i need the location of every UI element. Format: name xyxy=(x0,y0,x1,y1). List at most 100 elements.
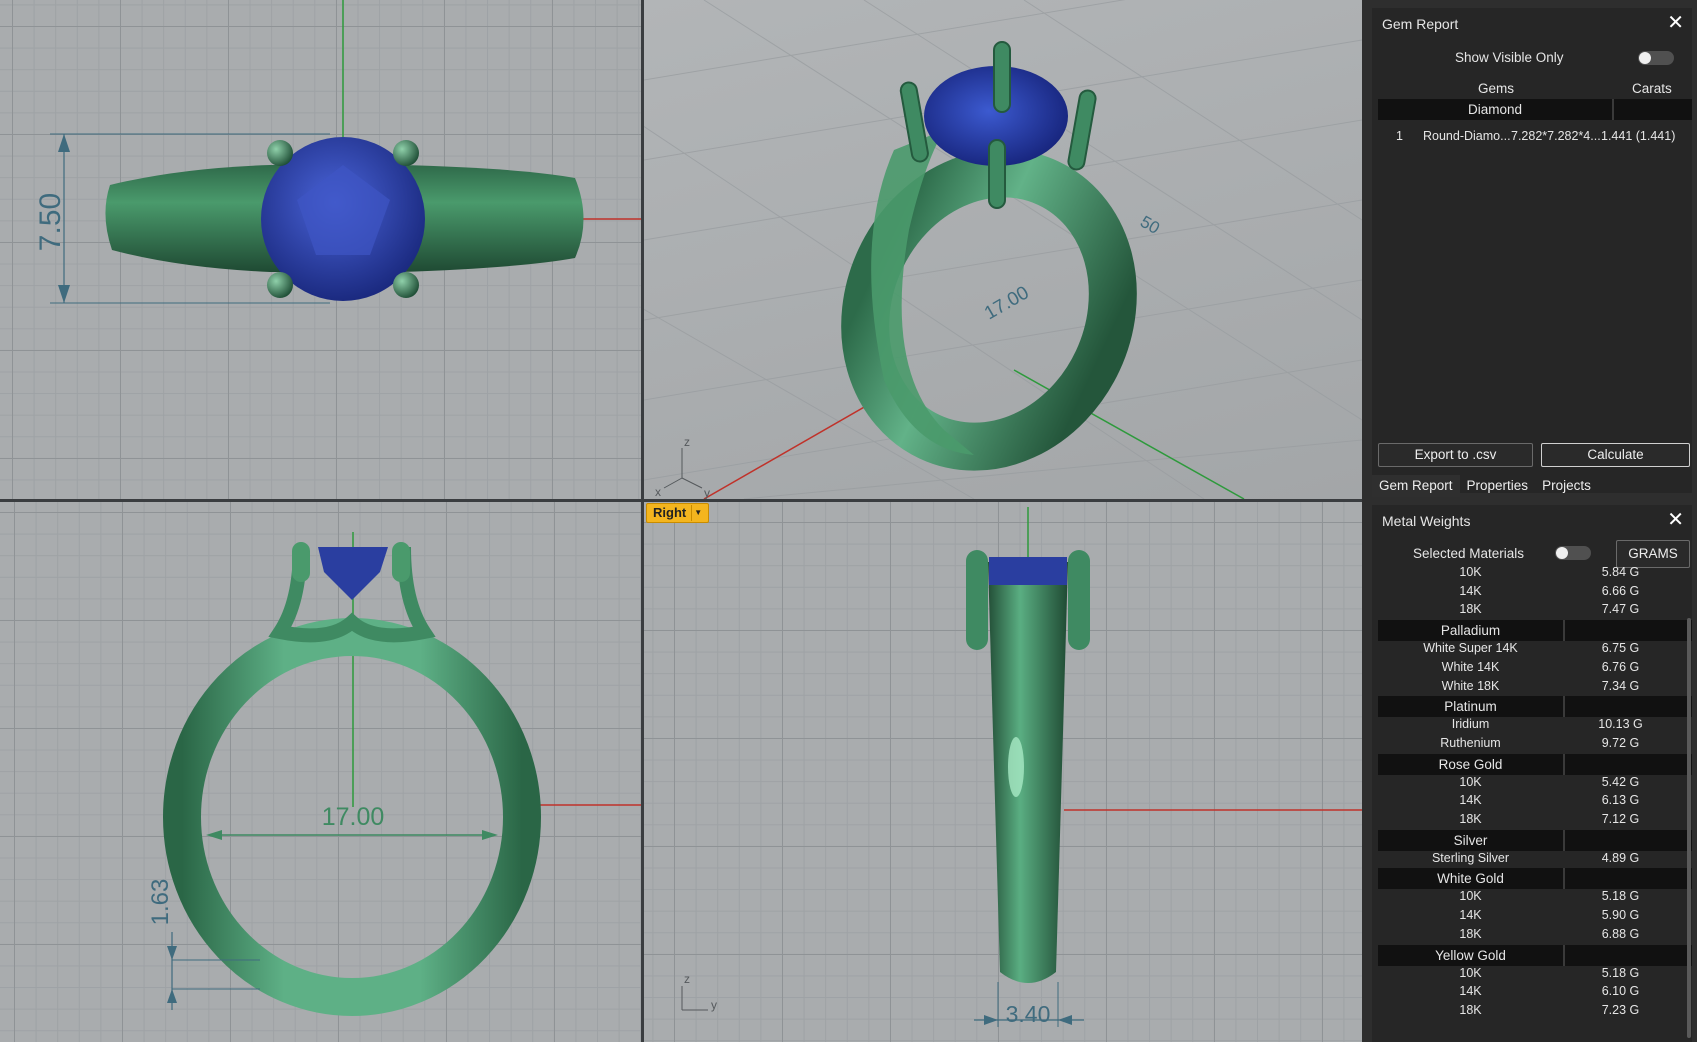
material-group-label: Yellow Gold xyxy=(1378,944,1565,966)
list-item[interactable]: 10K 5.18 G xyxy=(1378,887,1678,906)
gem xyxy=(318,547,388,600)
axis-gizmo xyxy=(681,986,708,1011)
material-weight: 9.72 G xyxy=(1601,735,1640,750)
gem-category-row[interactable]: Diamond xyxy=(1378,99,1692,120)
material-name: Ruthenium xyxy=(1440,735,1501,750)
export-csv-button[interactable]: Export to .csv xyxy=(1378,443,1533,467)
ring-band xyxy=(988,562,1068,983)
list-item[interactable]: 18K 7.12 G xyxy=(1378,810,1678,829)
gem-size: 7.282*7.282*4... xyxy=(1511,129,1601,143)
material-group-label: Palladium xyxy=(1378,620,1565,642)
close-icon[interactable]: ✕ xyxy=(1667,509,1684,531)
material-weight: 5.18 G xyxy=(1601,889,1640,904)
list-item[interactable]: 18K 7.23 G xyxy=(1378,1001,1678,1020)
material-name: 10K xyxy=(1459,889,1482,904)
list-item[interactable]: White 14K 6.76 G xyxy=(1378,658,1678,677)
top-view-canvas: 7.50 xyxy=(34,0,641,304)
prong xyxy=(392,542,410,582)
prong xyxy=(292,542,310,582)
material-name: 14K xyxy=(1459,908,1482,923)
list-item[interactable]: 14K 6.66 G xyxy=(1378,582,1678,601)
tab-properties[interactable]: Properties xyxy=(1460,475,1536,497)
dimension-label: 17.00 xyxy=(322,803,385,831)
list-item[interactable]: 10K 5.18 G xyxy=(1378,964,1678,983)
material-name: White 14K xyxy=(1441,659,1500,674)
material-group-row[interactable]: Palladium xyxy=(1378,620,1692,642)
material-group-row[interactable]: Silver xyxy=(1378,829,1692,851)
material-weight: 6.88 G xyxy=(1601,926,1640,941)
svg-text:z: z xyxy=(684,435,690,449)
list-item[interactable]: White 18K 7.34 G xyxy=(1378,677,1678,696)
list-item[interactable]: 14K 6.10 G xyxy=(1378,982,1678,1001)
prong xyxy=(393,140,419,166)
viewport-splitter-horizontal[interactable] xyxy=(0,499,1362,502)
material-name: 14K xyxy=(1459,984,1482,999)
viewport-splitter-vertical[interactable] xyxy=(641,0,644,1042)
chevron-down-icon[interactable]: ▼ xyxy=(691,505,704,521)
front-view-canvas: 17.00 1.63 xyxy=(147,532,641,1016)
list-item[interactable]: Ruthenium 9.72 G xyxy=(1378,734,1678,753)
list-item[interactable]: Iridium 10.13 G xyxy=(1378,715,1678,734)
prong xyxy=(267,140,293,166)
material-group-row[interactable]: Rose Gold xyxy=(1378,753,1692,775)
list-item[interactable]: 18K 7.47 G xyxy=(1378,600,1678,619)
material-name: 18K xyxy=(1459,1002,1482,1017)
panel-tabs: Gem Report Properties Projects xyxy=(1372,475,1692,497)
material-weight: 7.34 G xyxy=(1601,678,1640,693)
scrollbar[interactable] xyxy=(1687,618,1691,1038)
viewport-front[interactable]: 17.00 1.63 xyxy=(0,502,641,1042)
category-label: Diamond xyxy=(1378,99,1614,120)
selected-materials-toggle[interactable] xyxy=(1555,546,1591,560)
tab-gem-report[interactable]: Gem Report xyxy=(1372,475,1460,497)
material-group-row[interactable]: Yellow Gold xyxy=(1378,944,1692,966)
table-row[interactable]: 1 Round-Diamo... 7.282*7.282*4... 1.441 … xyxy=(1378,126,1692,146)
material-weight: 4.89 G xyxy=(1601,850,1640,865)
viewport-name-dropdown[interactable]: Right ▼ xyxy=(646,503,710,523)
viewport-top[interactable]: 7.50 xyxy=(0,0,641,499)
viewport-right[interactable]: 3.40 z y Right ▼ xyxy=(644,502,1362,1042)
material-weight: 6.10 G xyxy=(1601,984,1640,999)
list-item[interactable]: 14K 6.13 G xyxy=(1378,791,1678,810)
prong xyxy=(966,550,988,650)
gem-carats: 1.441 (1.441) xyxy=(1601,129,1676,143)
viewport-perspective[interactable]: 17.00 50 z x y xyxy=(644,0,1362,499)
gem-report-panel: Gem Report ✕ Show Visible Only Gems Cara… xyxy=(1372,8,1692,493)
material-weight: 5.84 G xyxy=(1601,565,1640,579)
list-item[interactable]: 14K 5.90 G xyxy=(1378,906,1678,925)
gem-name: Round-Diamo... xyxy=(1423,129,1511,143)
material-name: 10K xyxy=(1459,565,1482,579)
material-name: 18K xyxy=(1459,602,1482,617)
selected-materials-label: Selected Materials xyxy=(1413,546,1525,561)
material-name: 10K xyxy=(1459,965,1482,980)
material-weight: 6.76 G xyxy=(1601,659,1640,674)
list-item[interactable]: White Super 14K 6.75 G xyxy=(1378,639,1678,658)
material-group-row[interactable]: Platinum xyxy=(1378,696,1692,718)
material-weight: 10.13 G xyxy=(1598,717,1643,732)
list-item[interactable]: 18K 6.88 G xyxy=(1378,925,1678,944)
svg-text:y: y xyxy=(704,486,710,499)
svg-text:z: z xyxy=(684,972,690,986)
list-item[interactable]: 10K 5.84 G xyxy=(1378,563,1678,582)
list-item[interactable]: Sterling Silver 4.89 G xyxy=(1378,849,1678,868)
prong xyxy=(267,272,293,298)
material-group-label: Rose Gold xyxy=(1378,753,1565,775)
column-header-gems[interactable]: Gems xyxy=(1478,81,1514,96)
material-group-label: Silver xyxy=(1378,829,1565,851)
tab-projects[interactable]: Projects xyxy=(1535,475,1598,497)
list-item[interactable]: 10K 5.42 G xyxy=(1378,773,1678,792)
perspective-view-canvas: 17.00 50 z x y xyxy=(644,0,1362,499)
prong xyxy=(988,139,1006,209)
calculate-button[interactable]: Calculate xyxy=(1541,443,1690,467)
material-name: Iridium xyxy=(1451,717,1490,732)
column-header-carats[interactable]: Carats xyxy=(1632,81,1672,96)
prong xyxy=(1067,89,1097,171)
metal-weights-panel: Metal Weights ✕ Selected Materials GRAMS… xyxy=(1372,505,1692,1042)
prong xyxy=(393,272,419,298)
close-icon[interactable]: ✕ xyxy=(1667,12,1684,34)
material-group-row[interactable]: White Gold xyxy=(1378,868,1692,890)
material-weight: 6.13 G xyxy=(1601,793,1640,808)
show-visible-only-toggle[interactable] xyxy=(1638,51,1674,65)
material-group-label: White Gold xyxy=(1378,868,1565,890)
material-weight: 5.18 G xyxy=(1601,965,1640,980)
material-name: Sterling Silver xyxy=(1431,850,1510,865)
